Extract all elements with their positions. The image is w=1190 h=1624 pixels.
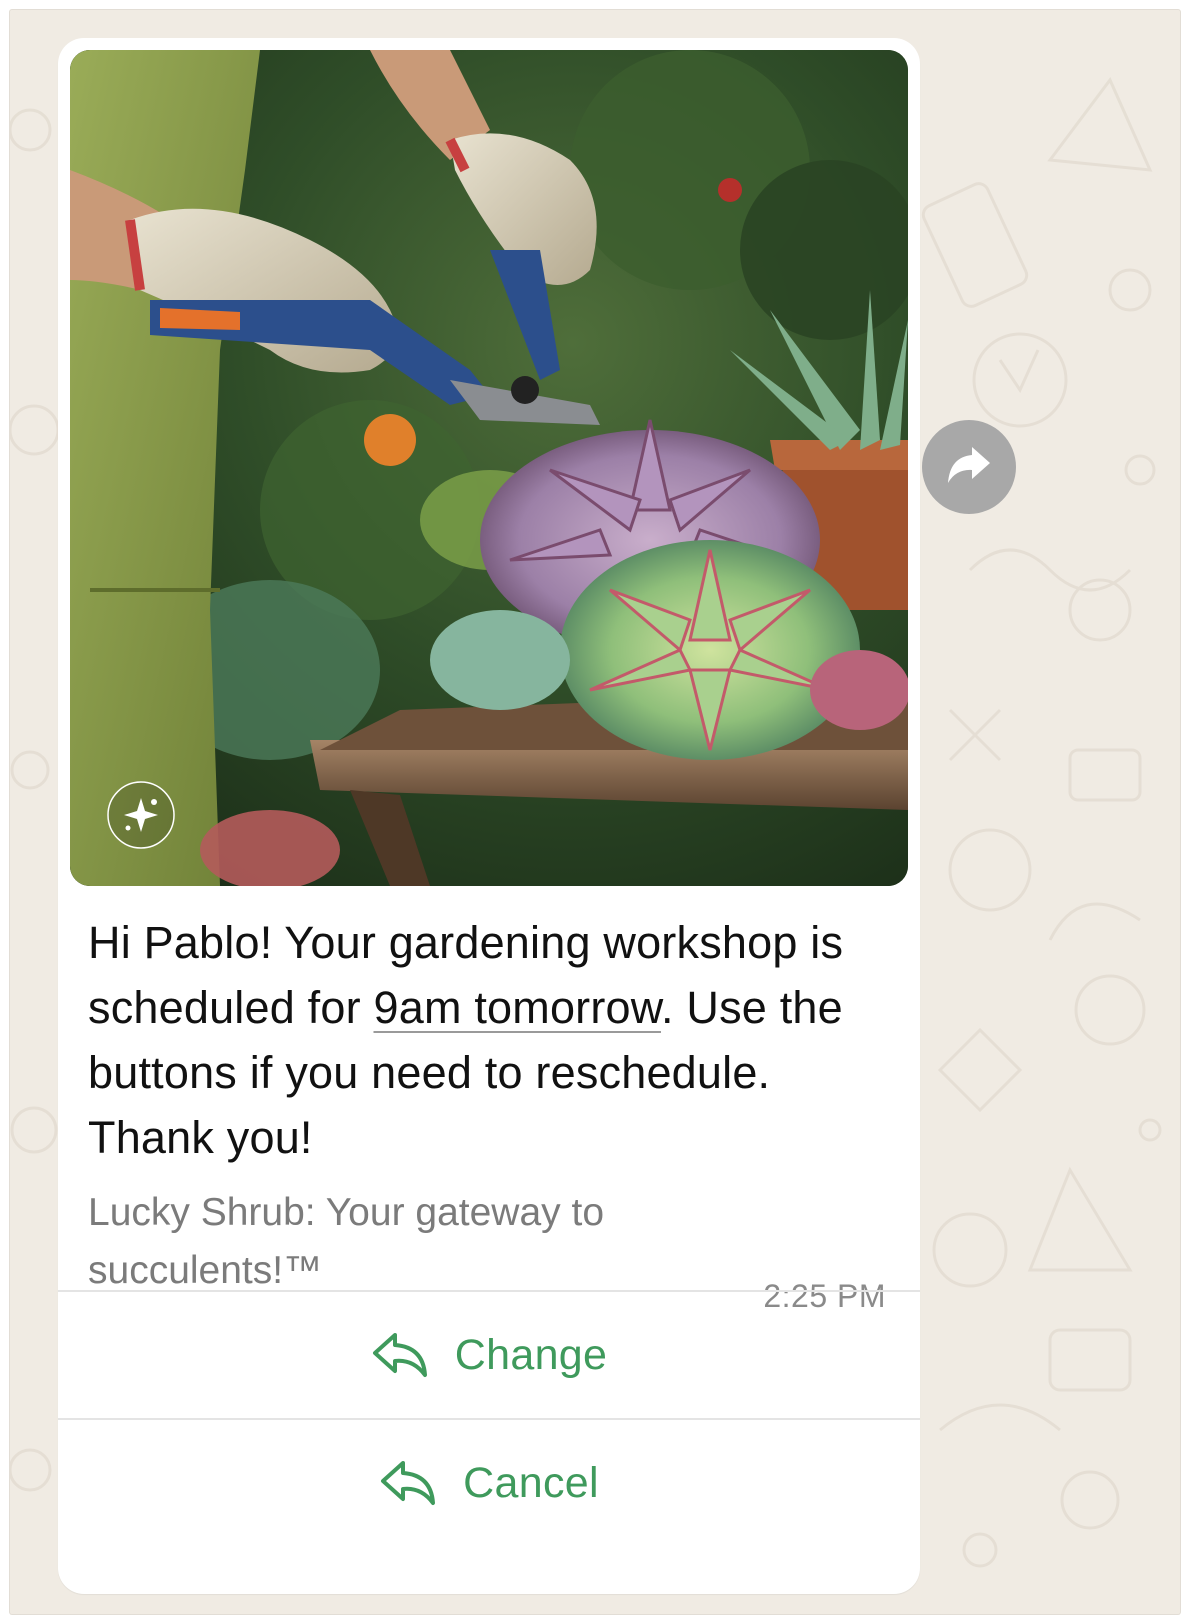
imagined-with-ai-badge: [107, 781, 175, 849]
change-button[interactable]: Change: [58, 1292, 920, 1418]
forward-arrow-icon: [946, 445, 992, 490]
message-bubble: Hi Pablo! Your gardening workshop is sch…: [58, 38, 920, 1594]
message-body: Hi Pablo! Your gardening workshop is sch…: [88, 910, 898, 1170]
bubble-tail: [86, 1554, 126, 1594]
chat-background: Hi Pablo! Your gardening workshop is sch…: [10, 10, 1180, 1614]
reply-arrow-icon: [379, 1459, 437, 1507]
cancel-button-label: Cancel: [463, 1458, 599, 1507]
reply-arrow-icon: [371, 1331, 429, 1379]
footer-line-1: Lucky Shrub: Your gateway to: [88, 1191, 605, 1234]
message-image[interactable]: [70, 50, 908, 886]
change-button-label: Change: [454, 1330, 608, 1379]
cancel-button[interactable]: Cancel: [58, 1420, 920, 1546]
gardening-photo: [70, 50, 908, 886]
forward-button[interactable]: [922, 420, 1016, 514]
date-link[interactable]: 9am tomorrow: [373, 982, 661, 1033]
message-footer: Lucky Shrub: Your gateway to succulents!…: [88, 1184, 728, 1300]
